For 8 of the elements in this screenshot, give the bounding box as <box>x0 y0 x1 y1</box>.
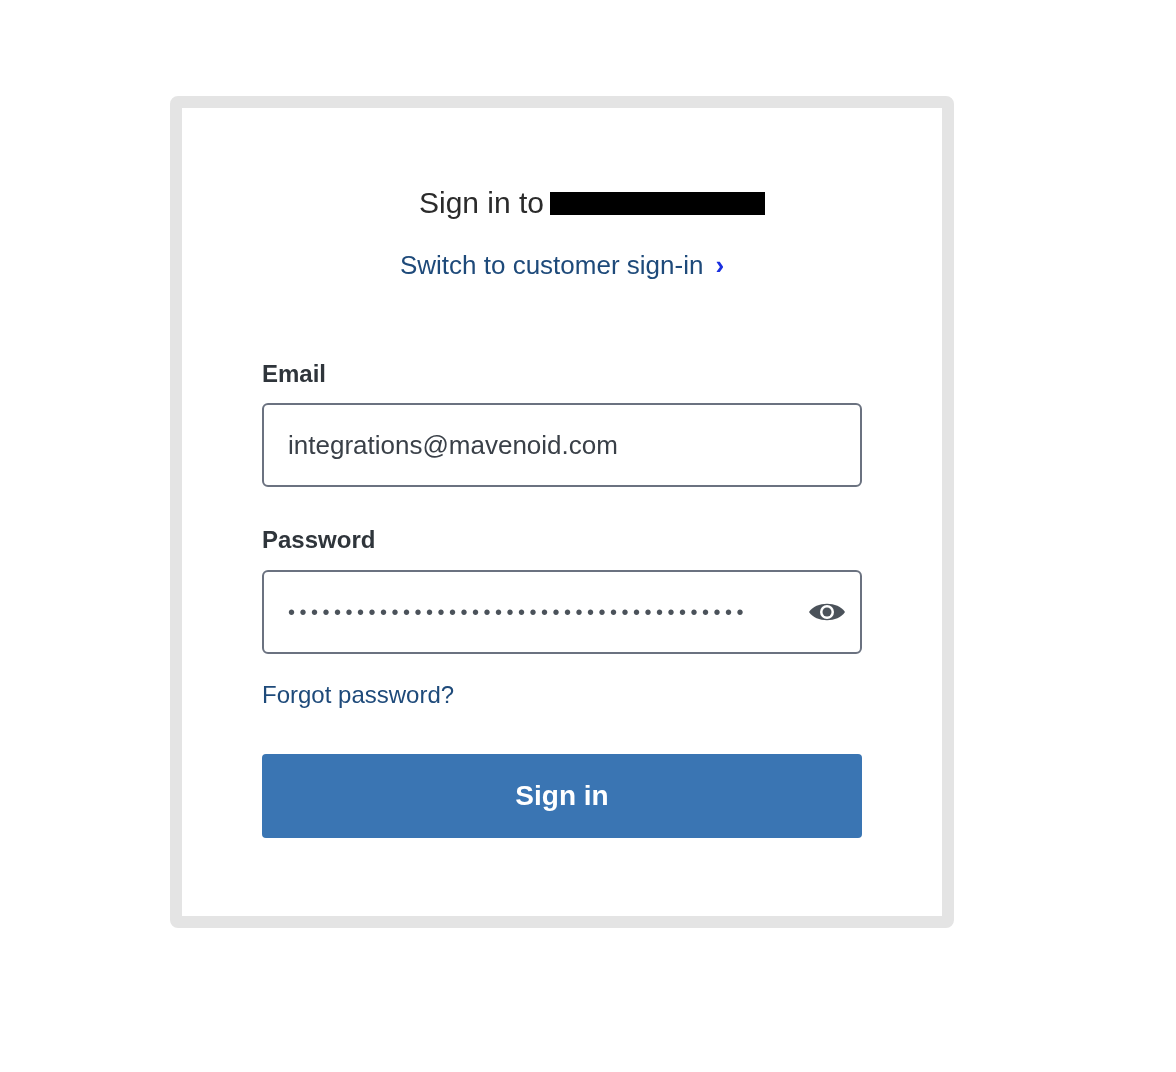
email-label: Email <box>262 359 328 389</box>
email-field[interactable]: integrations@mavenoid.com <box>262 403 862 487</box>
sign-in-heading: Sign in to <box>418 185 545 221</box>
forgot-password-link[interactable]: Forgot password? <box>262 680 455 710</box>
password-label: Password <box>262 525 377 555</box>
switch-sign-in-link[interactable]: Switch to customer sign-in › <box>399 249 725 281</box>
sign-in-button[interactable]: Sign in <box>262 754 862 838</box>
password-field[interactable]: •••••••••••••••••••••••••••••••••••••••• <box>262 570 862 654</box>
